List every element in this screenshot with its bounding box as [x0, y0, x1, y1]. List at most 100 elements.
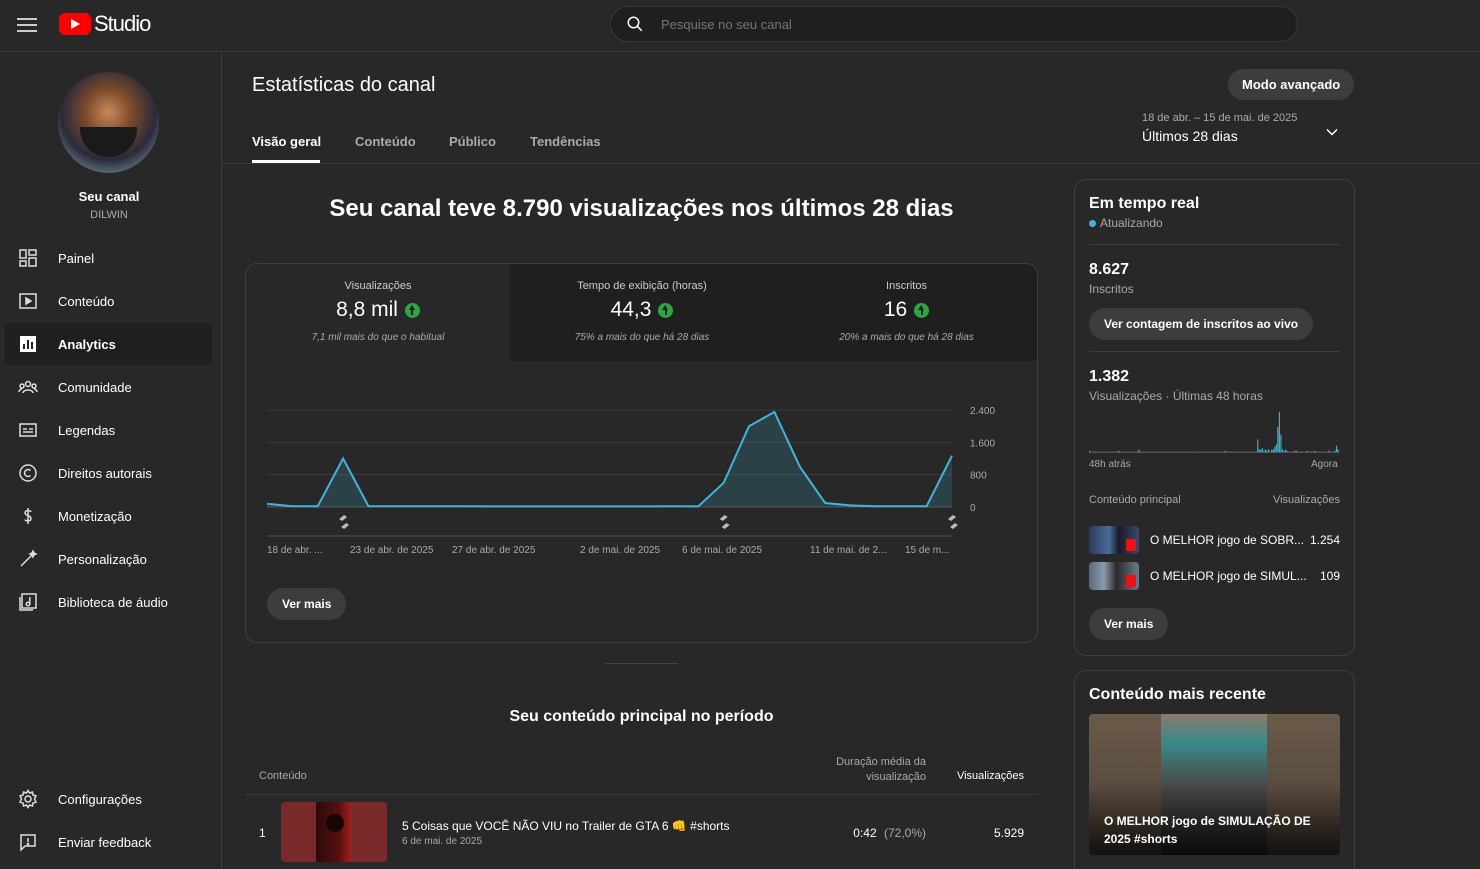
realtime-bar: [1212, 451, 1214, 452]
realtime-bar: [1180, 451, 1182, 452]
realtime-bar: [1158, 451, 1160, 452]
recent-video-thumbnail[interactable]: O MELHOR jogo de SIMULAÇÃO DE 2025 #shor…: [1089, 714, 1340, 855]
video-thumbnail[interactable]: [1089, 526, 1139, 554]
x-tick-label: 15 de m...: [905, 545, 950, 556]
realtime-bar: [1197, 451, 1199, 452]
feedback-icon: [17, 831, 39, 853]
realtime-bar: [1169, 451, 1171, 452]
views-count: 1.382: [1089, 368, 1130, 385]
realtime-bar: [1090, 451, 1092, 452]
kpi-watch-time[interactable]: Tempo de exibição (horas) 44,3 75% a mai…: [510, 264, 774, 361]
kpi-subscribers[interactable]: Inscritos 16 20% a mais do que há 28 dia…: [774, 264, 1037, 361]
tab-publico[interactable]: Público: [449, 134, 496, 149]
realtime-bar: [1132, 451, 1134, 452]
search-input[interactable]: [661, 7, 1261, 41]
realtime-views-chart[interactable]: [1089, 412, 1341, 454]
data-point: [621, 505, 624, 508]
col-header-duration[interactable]: Duração média da visualização: [826, 755, 926, 785]
y-tick-label: 1.600: [970, 438, 995, 449]
realtime-bar: [1113, 451, 1115, 452]
sidebar-item-configuracoes[interactable]: Configurações: [5, 778, 212, 820]
realtime-bar: [1187, 451, 1189, 452]
sidebar-item-direitos-autorais[interactable]: Direitos autorais: [5, 452, 212, 494]
data-point: [392, 505, 395, 508]
sidebar-item-legendas[interactable]: Legendas: [5, 409, 212, 451]
sidebar-item-label: Personalização: [58, 551, 147, 567]
realtime-bar: [1325, 451, 1327, 452]
tab-tendencias[interactable]: Tendências: [530, 134, 601, 149]
data-point: [367, 505, 370, 508]
sidebar-item-personalizacao[interactable]: Personalização: [5, 538, 212, 580]
realtime-bar: [1263, 450, 1265, 452]
realtime-bar: [1098, 451, 1100, 452]
realtime-bar: [1116, 451, 1118, 452]
data-point: [468, 505, 471, 508]
realtime-bar: [1164, 451, 1166, 452]
realtime-bar: [1139, 451, 1142, 452]
series-area: [267, 412, 952, 507]
col-header-views[interactable]: Visualizações: [946, 770, 1024, 782]
kpi-views[interactable]: Visualizações 8,8 mil 7,1 mil mais do qu…: [246, 264, 510, 361]
realtime-bar: [1095, 451, 1097, 452]
realtime-bar: [1315, 451, 1317, 452]
advanced-mode-button[interactable]: Modo avançado: [1228, 69, 1355, 100]
data-point: [824, 501, 827, 504]
search-icon[interactable]: [626, 15, 644, 33]
sidebar-item-comunidade[interactable]: Comunidade: [5, 366, 212, 408]
realtime-bar: [1218, 451, 1220, 452]
sidebar-item-analytics[interactable]: Analytics: [5, 323, 212, 365]
x-tick-label: 18 de abr. ...: [267, 545, 323, 556]
kpi-value: 44,3: [610, 298, 652, 321]
sidebar-item-conteudo[interactable]: Conteúdo: [5, 280, 212, 322]
realtime-bar: [1332, 451, 1334, 452]
list-item-views: 109: [1319, 569, 1340, 583]
realtime-bar: [1193, 451, 1196, 452]
date-range-selector[interactable]: 18 de abr. – 15 de mai. de 2025 Últimos …: [1142, 112, 1342, 144]
data-point: [951, 454, 954, 457]
tab-conteudo[interactable]: Conteúdo: [355, 134, 416, 149]
channel-avatar[interactable]: [58, 72, 159, 173]
sidebar-item-enviar-feedback[interactable]: Enviar feedback: [5, 821, 212, 863]
live-subs-button[interactable]: Ver contagem de inscritos ao vivo: [1089, 308, 1314, 340]
sidebar-item-painel[interactable]: Painel: [5, 237, 212, 279]
video-thumbnail[interactable]: [1089, 562, 1139, 590]
realtime-bar: [1261, 448, 1263, 452]
realtime-bar: [1133, 451, 1135, 452]
row-rank: 1: [259, 826, 266, 840]
realtime-bar: [1322, 451, 1324, 452]
search-bar[interactable]: [610, 6, 1298, 42]
studio-logo[interactable]: Studio: [59, 11, 151, 37]
realtime-bar: [1144, 451, 1146, 452]
realtime-bar: [1278, 412, 1280, 452]
see-more-button[interactable]: Ver mais: [267, 588, 347, 620]
top-bar: Studio: [0, 0, 1480, 52]
video-thumbnail[interactable]: [281, 802, 387, 862]
kpi-note: 75% a mais do que há 28 dias: [574, 332, 710, 343]
rt-x-start: 48h atrás: [1089, 459, 1131, 470]
realtime-bar: [1230, 451, 1233, 452]
realtime-bar: [1264, 449, 1267, 452]
realtime-bar: [1129, 451, 1131, 452]
menu-icon[interactable]: [17, 14, 37, 38]
see-more-button[interactable]: Ver mais: [1089, 608, 1169, 640]
tab-visao-geral[interactable]: Visão geral: [252, 134, 321, 149]
x-tick-label: 23 de abr. de 2025: [350, 545, 434, 556]
realtime-bar: [1269, 451, 1271, 452]
data-point: [849, 504, 852, 507]
live-dot-icon: [1089, 219, 1096, 227]
realtime-bar: [1210, 451, 1213, 452]
realtime-bar: [1183, 451, 1185, 452]
views-chart[interactable]: 0 800 1.600 2.400: [246, 361, 1038, 561]
realtime-bar: [1126, 451, 1128, 452]
sidebar-item-label: Painel: [58, 250, 95, 266]
row-title[interactable]: 5 Coisas que VOCÊ NÃO VIU no Trailer de …: [402, 819, 730, 833]
realtime-bar: [1155, 451, 1157, 452]
data-point: [519, 505, 522, 508]
realtime-bar: [1104, 451, 1106, 452]
realtime-status: Atualizando: [1100, 216, 1163, 230]
divider: [605, 663, 678, 664]
realtime-bar: [1121, 451, 1123, 452]
sidebar-item-monetizacao[interactable]: Monetização: [5, 495, 212, 537]
sidebar-item-biblioteca-de-audio[interactable]: Biblioteca de áudio: [5, 581, 212, 623]
sidebar-item-label: Biblioteca de áudio: [58, 594, 168, 610]
